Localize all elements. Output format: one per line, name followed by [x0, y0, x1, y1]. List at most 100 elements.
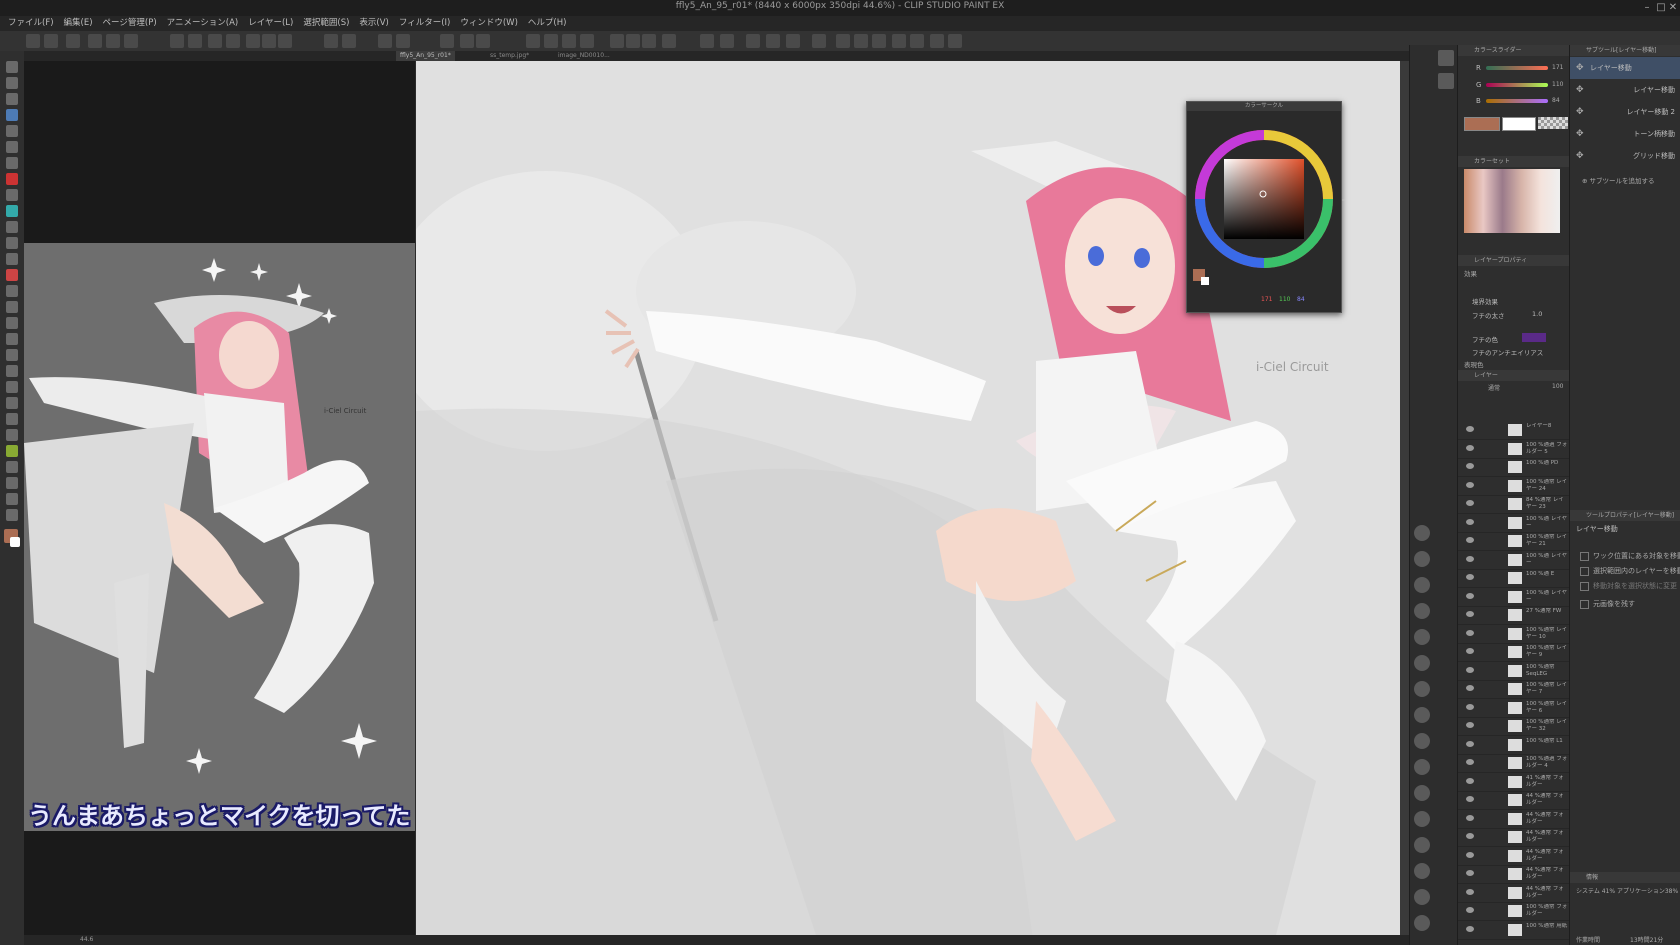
slider-r-value[interactable]: 171	[1552, 64, 1563, 71]
visibility-eye-icon[interactable]	[1466, 777, 1474, 784]
visibility-eye-icon[interactable]	[1466, 685, 1474, 691]
slider-g-value[interactable]: 110	[1552, 81, 1563, 88]
tab-main-canvas[interactable]: ffly5_An_95_r01*	[396, 51, 455, 61]
3d-tool-icon[interactable]	[6, 413, 18, 425]
layer-row[interactable]: 100 %通 レイヤー	[1458, 588, 1570, 607]
pen-icon[interactable]	[378, 34, 392, 48]
brush-size-9[interactable]	[1414, 733, 1430, 749]
airbrush-tool-icon[interactable]	[6, 221, 18, 233]
visibility-eye-icon[interactable]	[1466, 629, 1474, 636]
menu-filter[interactable]: フィルター(I)	[399, 16, 450, 31]
grid2-icon[interactable]	[642, 34, 656, 48]
view-icon[interactable]	[526, 34, 540, 48]
tone-tool-icon[interactable]	[6, 461, 18, 473]
antialias-label[interactable]: フチのアンチエイリアス	[1472, 347, 1543, 357]
layer-row[interactable]: 100 %通常 レイヤー 21	[1458, 532, 1570, 551]
visibility-eye-icon[interactable]	[1466, 481, 1474, 488]
brush-size-5[interactable]	[1414, 629, 1430, 645]
layer-row[interactable]: 27 %通常 FW	[1458, 606, 1570, 625]
figure-tool-icon[interactable]	[6, 317, 18, 329]
history-icon[interactable]	[124, 34, 138, 48]
menu-window[interactable]: ウィンドウ(W)	[460, 16, 518, 31]
layer-row[interactable]: 100 %通常 レイヤー 10	[1458, 625, 1570, 644]
pen-tool-icon[interactable]	[6, 173, 18, 185]
new-file-icon[interactable]	[44, 34, 58, 48]
brush-size-12[interactable]	[1414, 811, 1430, 827]
visibility-eye-icon[interactable]	[1466, 925, 1474, 932]
subtool-grid-move[interactable]: ✥ グリッド移動	[1570, 145, 1680, 167]
zoom-readout[interactable]: 44.6	[80, 935, 93, 945]
layer-row[interactable]: 84 %通常 レイヤー 23	[1458, 495, 1570, 514]
frame-tool-icon[interactable]	[6, 333, 18, 345]
layer-row[interactable]: 100 %通常 レイヤー 7	[1458, 680, 1570, 699]
layer-row[interactable]: 44 %通常 フォルダー	[1458, 865, 1570, 884]
flip-icon[interactable]	[812, 34, 826, 48]
view3-icon[interactable]	[562, 34, 576, 48]
zoom-icon[interactable]	[170, 34, 184, 48]
layer-row[interactable]: 44 %通常 フォルダー	[1458, 847, 1570, 866]
eraser-tool-icon[interactable]	[6, 253, 18, 265]
visibility-eye-icon[interactable]	[1466, 555, 1474, 562]
cut-icon[interactable]	[246, 34, 260, 48]
option-move-target[interactable]: ワック位置にある対象を移動	[1580, 551, 1680, 561]
visibility-eye-icon[interactable]	[1466, 611, 1474, 617]
visibility-eye-icon[interactable]	[1466, 518, 1474, 525]
reference-image[interactable]: i-Ciel Circuit	[24, 243, 415, 831]
open-icon[interactable]	[66, 34, 80, 48]
crop-icon[interactable]	[610, 34, 624, 48]
visibility-eye-icon[interactable]	[1466, 888, 1474, 895]
menu-layer[interactable]: レイヤー(L)	[248, 16, 293, 31]
hand-icon[interactable]	[188, 34, 202, 48]
visibility-eye-icon[interactable]	[1466, 648, 1474, 654]
layer-icon[interactable]	[746, 34, 760, 48]
save-icon[interactable]	[88, 34, 102, 48]
visibility-eye-icon[interactable]	[1466, 444, 1474, 451]
camera-icon[interactable]	[930, 34, 944, 48]
close-button[interactable]: ✕	[1666, 1, 1680, 14]
option-select-target[interactable]: 移動対象を選択状態に変更	[1580, 581, 1677, 591]
decoration-tool-icon[interactable]	[6, 237, 18, 249]
view2-icon[interactable]	[544, 34, 558, 48]
color-wheel[interactable]: 171 110 84	[1187, 111, 1341, 311]
brush-size-1[interactable]	[1414, 525, 1430, 541]
text-tool-icon[interactable]	[6, 365, 18, 377]
fill-tool-icon[interactable]	[6, 285, 18, 297]
subtool-tone-move[interactable]: ✥ トーン柄移動	[1570, 123, 1680, 145]
sub-color-swatch[interactable]	[10, 537, 20, 547]
check-icon[interactable]	[836, 34, 850, 48]
export-icon[interactable]	[106, 34, 120, 48]
layer-row[interactable]: 100 %通過 フォルダー 5	[1458, 440, 1570, 459]
correct-line-icon[interactable]	[6, 397, 18, 409]
brush-size-6[interactable]	[1414, 655, 1430, 671]
blend-tool-icon[interactable]	[6, 269, 18, 281]
visibility-eye-icon[interactable]	[1466, 574, 1474, 580]
visibility-eye-icon[interactable]	[1466, 703, 1474, 710]
subtool-layer-move-alt[interactable]: ✥ レイヤー移動	[1570, 79, 1680, 101]
slider-g[interactable]	[1486, 83, 1548, 87]
ruler-tool-icon[interactable]	[6, 349, 18, 361]
layer3-icon[interactable]	[786, 34, 800, 48]
menu-animation[interactable]: アニメーション(A)	[167, 16, 239, 31]
sub-color-chip[interactable]	[1502, 117, 1536, 131]
eyedropper-icon[interactable]	[6, 157, 18, 169]
visibility-eye-icon[interactable]	[1466, 870, 1474, 876]
layer-opacity[interactable]: 100	[1552, 383, 1563, 390]
reference-icon[interactable]	[1438, 73, 1454, 89]
layer-row[interactable]: レイヤー8	[1458, 421, 1570, 440]
layer-row[interactable]: 100 %通常 レイヤー 24	[1458, 477, 1570, 496]
paste-icon[interactable]	[278, 34, 292, 48]
layer-row[interactable]: 44 %通常 フォルダー	[1458, 884, 1570, 903]
ink-tool-icon[interactable]	[6, 509, 18, 521]
layer-row[interactable]: 100 %通常 用紙	[1458, 921, 1570, 940]
option-move-selection[interactable]: 選択範囲内のレイヤーを移動	[1580, 566, 1680, 576]
main-color-chip[interactable]	[1464, 117, 1500, 131]
checkbox[interactable]	[1580, 551, 1589, 561]
transparent-chip[interactable]	[1538, 117, 1568, 129]
mirror-tool-icon[interactable]	[6, 429, 18, 441]
visibility-eye-icon[interactable]	[1466, 814, 1474, 821]
visibility-eye-icon[interactable]	[1466, 666, 1474, 673]
slider-b[interactable]	[1486, 99, 1548, 103]
transform-icon[interactable]	[324, 34, 338, 48]
view4-icon[interactable]	[580, 34, 594, 48]
layer-row[interactable]: 100 %通常 レイヤー 9	[1458, 643, 1570, 662]
